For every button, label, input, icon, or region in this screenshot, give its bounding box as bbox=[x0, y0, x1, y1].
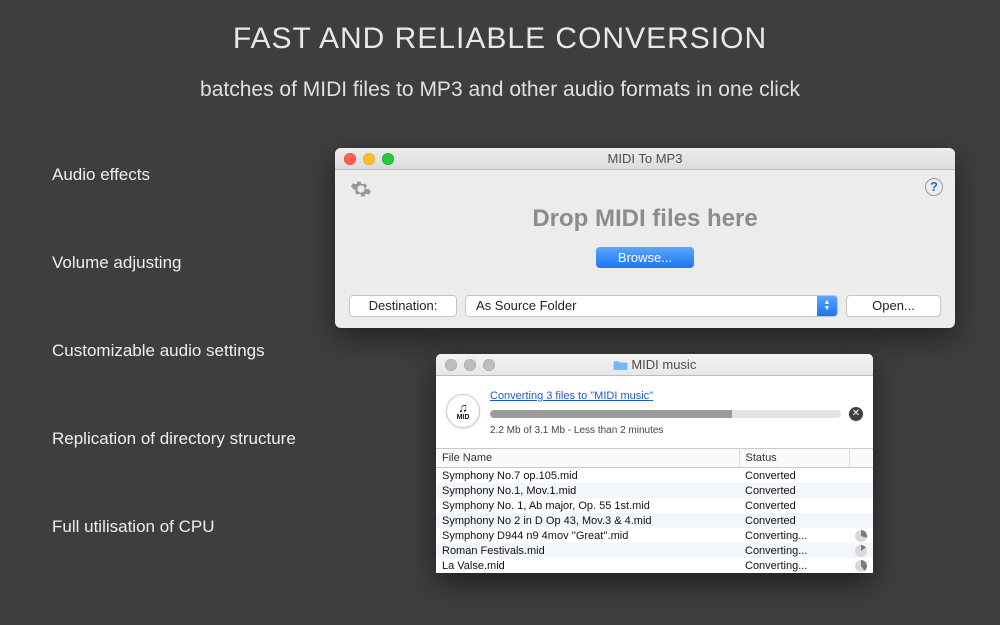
cancel-icon[interactable]: ✕ bbox=[849, 407, 863, 421]
table-row[interactable]: Symphony No.1, Mov.1.midConverted bbox=[436, 483, 873, 498]
progress-pie-icon bbox=[855, 545, 867, 557]
titlebar[interactable]: MIDI music bbox=[436, 354, 873, 376]
progress-pie-icon bbox=[855, 560, 867, 572]
progress-title-link[interactable]: Converting 3 files to "MIDI music" bbox=[490, 390, 653, 402]
destination-value: As Source Folder bbox=[476, 298, 576, 313]
files-table: File Name Status Symphony No.7 op.105.mi… bbox=[436, 448, 873, 573]
status-cell: Converting... bbox=[739, 558, 849, 573]
table-row[interactable]: Symphony No. 1, Ab major, Op. 55 1st.mid… bbox=[436, 498, 873, 513]
feature-item: Volume adjusting bbox=[52, 253, 296, 273]
progress-window: MIDI music ♫ MID Converting 3 files to "… bbox=[436, 354, 873, 573]
window-title: MIDI To MP3 bbox=[335, 151, 955, 166]
feature-item: Replication of directory structure bbox=[52, 429, 296, 449]
main-window: MIDI To MP3 ? Drop MIDI files here Brows… bbox=[335, 148, 955, 328]
status-cell: Converted bbox=[739, 498, 849, 513]
status-cell: Converting... bbox=[739, 543, 849, 558]
gear-icon[interactable] bbox=[350, 178, 372, 200]
titlebar[interactable]: MIDI To MP3 bbox=[335, 148, 955, 170]
col-filename[interactable]: File Name bbox=[436, 449, 739, 468]
table-row[interactable]: Symphony No.7 op.105.midConverted bbox=[436, 468, 873, 484]
table-row[interactable]: Symphony No 2 in D Op 43, Mov.3 & 4.midC… bbox=[436, 513, 873, 528]
browse-button[interactable]: Browse... bbox=[596, 247, 694, 268]
col-status[interactable]: Status bbox=[739, 449, 849, 468]
table-row[interactable]: Roman Festivals.midConverting... bbox=[436, 543, 873, 558]
folder-icon bbox=[613, 359, 628, 371]
table-row[interactable]: La Valse.midConverting... bbox=[436, 558, 873, 573]
file-name-cell: Roman Festivals.mid bbox=[436, 543, 739, 558]
file-name-cell: Symphony No 2 in D Op 43, Mov.3 & 4.mid bbox=[436, 513, 739, 528]
headline: FAST AND RELIABLE CONVERSION bbox=[0, 0, 1000, 56]
status-cell: Converting... bbox=[739, 528, 849, 543]
file-name-cell: Symphony No.1, Mov.1.mid bbox=[436, 483, 739, 498]
status-cell: Converted bbox=[739, 513, 849, 528]
window-title: MIDI music bbox=[436, 357, 873, 372]
feature-item: Customizable audio settings bbox=[52, 341, 296, 361]
chevron-updown-icon: ▲▼ bbox=[817, 296, 837, 316]
destination-select[interactable]: As Source Folder ▲▼ bbox=[465, 295, 838, 317]
progress-subtext: 2.2 Mb of 3.1 Mb - Less than 2 minutes bbox=[490, 425, 863, 436]
status-cell: Converted bbox=[739, 483, 849, 498]
destination-label-button[interactable]: Destination: bbox=[349, 295, 457, 317]
file-name-cell: La Valse.mid bbox=[436, 558, 739, 573]
drop-zone-label: Drop MIDI files here bbox=[335, 205, 955, 233]
file-name-cell: Symphony No.7 op.105.mid bbox=[436, 468, 739, 484]
subheadline: batches of MIDI files to MP3 and other a… bbox=[0, 78, 1000, 102]
table-row[interactable]: Symphony D944 n9 4mov ''Great''.midConve… bbox=[436, 528, 873, 543]
file-name-cell: Symphony D944 n9 4mov ''Great''.mid bbox=[436, 528, 739, 543]
feature-list: Audio effects Volume adjusting Customiza… bbox=[52, 165, 296, 537]
status-cell: Converted bbox=[739, 468, 849, 484]
feature-item: Full utilisation of CPU bbox=[52, 517, 296, 537]
progress-bar bbox=[490, 410, 841, 418]
progress-pie-icon bbox=[855, 530, 867, 542]
feature-item: Audio effects bbox=[52, 165, 296, 185]
midi-file-icon: ♫ MID bbox=[446, 394, 480, 428]
file-name-cell: Symphony No. 1, Ab major, Op. 55 1st.mid bbox=[436, 498, 739, 513]
open-button[interactable]: Open... bbox=[846, 295, 941, 317]
help-icon[interactable]: ? bbox=[925, 178, 943, 196]
